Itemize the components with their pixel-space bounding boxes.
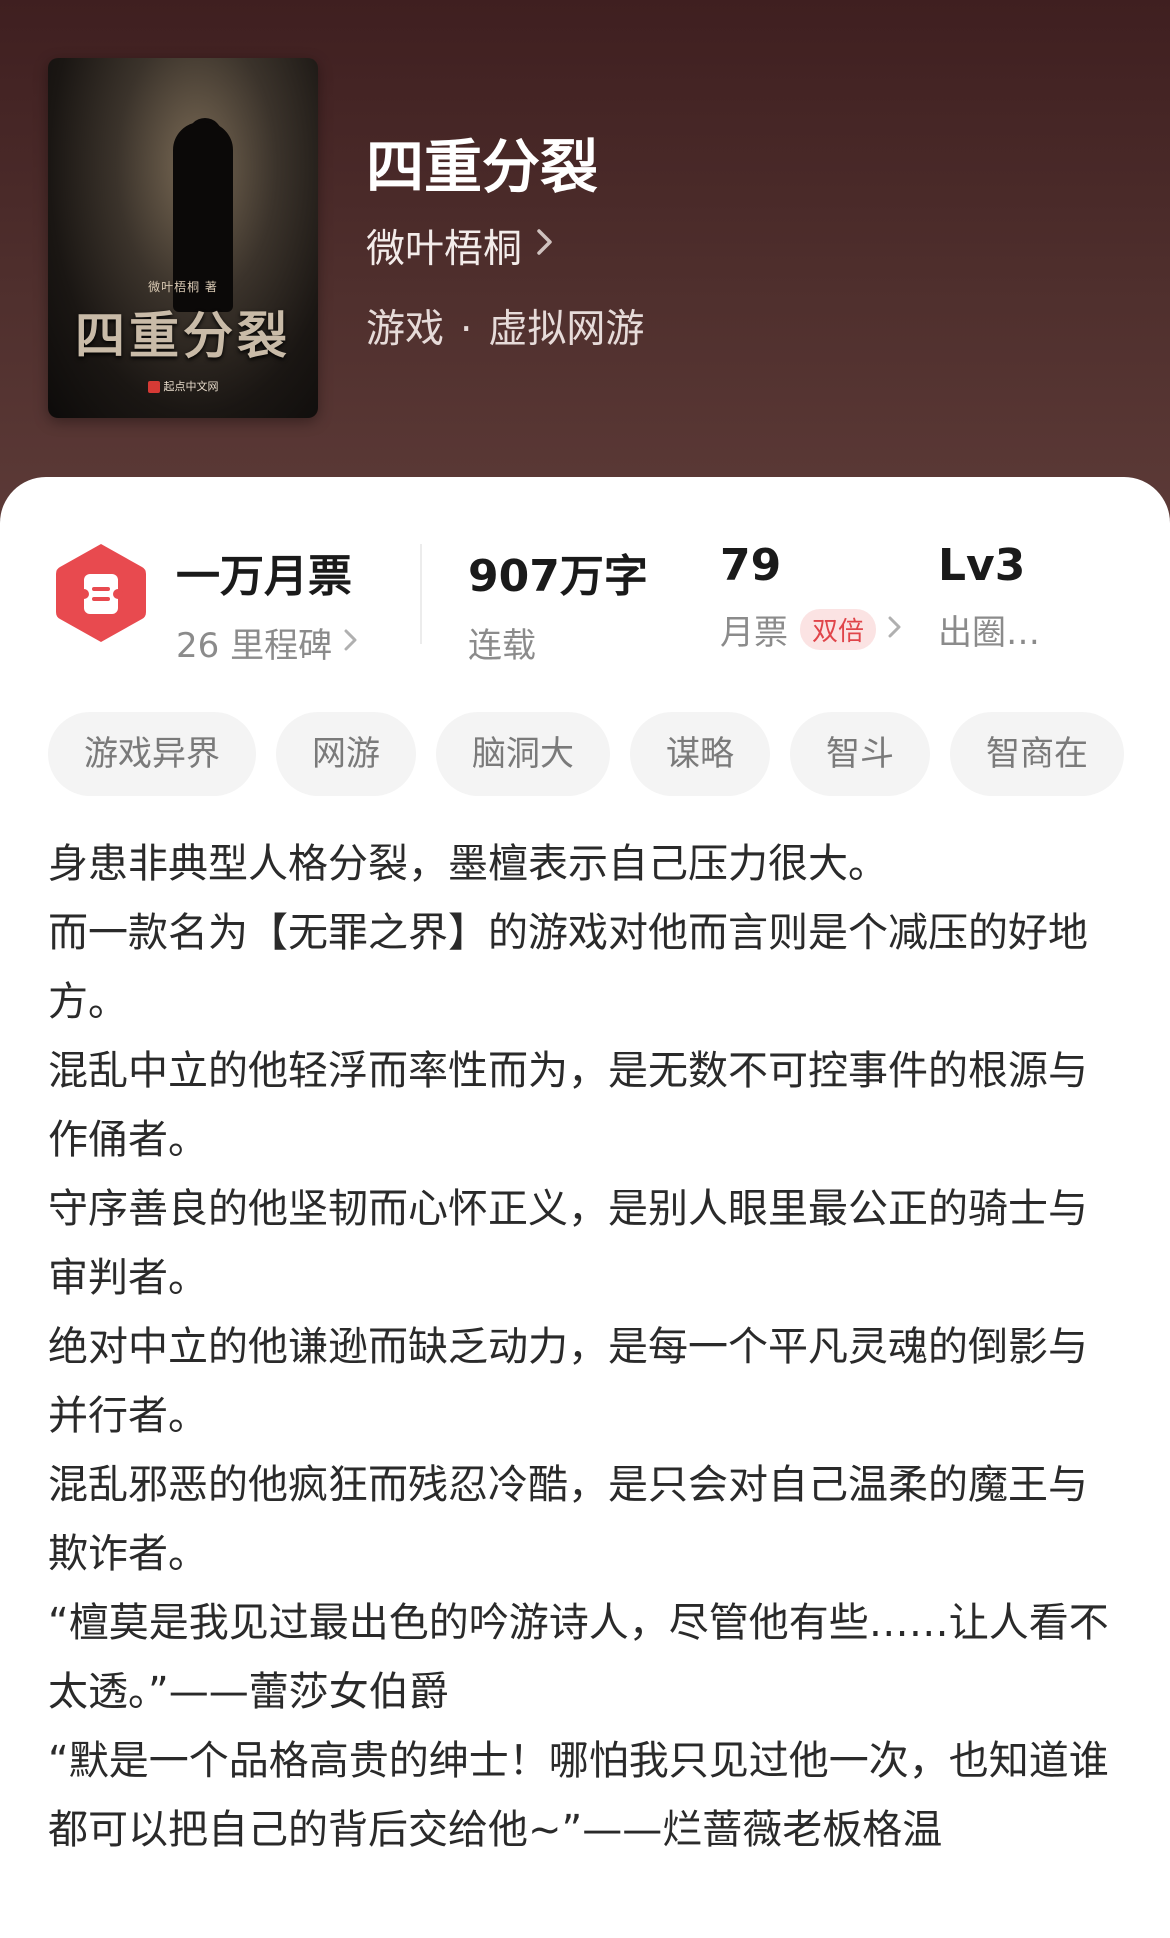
synopsis: 身患非典型人格分裂，墨檀表示自己压力很大。 而一款名为【无罪之界】的游戏对他而言…	[48, 830, 1123, 1865]
stat-monthly[interactable]: 79 月票 双倍	[720, 540, 902, 654]
tag-chip[interactable]: 智斗	[790, 712, 930, 796]
tag-chip[interactable]: 网游	[276, 712, 416, 796]
cover-author-line: 微叶梧桐 著	[148, 280, 218, 294]
synopsis-paragraph: 守序善良的他坚韧而心怀正义，是别人眼里最公正的骑士与审判者。	[48, 1186, 1088, 1301]
stats-divider	[420, 544, 422, 644]
genre-row[interactable]: 游戏 · 虚拟网游	[366, 298, 644, 354]
synopsis-paragraph: “檀莫是我见过最出色的吟游诗人，尽管他有些……让人看不太透。”——蕾莎女伯爵	[48, 1600, 1109, 1715]
author-name: 微叶梧桐	[366, 227, 523, 272]
synopsis-paragraph: 混乱中立的他轻浮而率性而为，是无数不可控事件的根源与作俑者。	[48, 1048, 1088, 1163]
chevron-right-icon	[344, 626, 358, 659]
cover-title: 四重分裂	[75, 306, 291, 365]
chevron-right-icon	[888, 613, 902, 646]
stat-ticket[interactable]: 一万月票 26 里程碑	[176, 540, 358, 667]
synopsis-paragraph: 混乱邪恶的他疯狂而残忍冷酷，是只会对自己温柔的魔王与欺诈者。	[48, 1462, 1088, 1577]
tag-chip[interactable]: 谋略	[630, 712, 770, 796]
tag-chip[interactable]: 智商在	[950, 712, 1124, 796]
synopsis-paragraph: “默是一个品格高贵的绅士！哪怕我只见过他一次，也知道谁都可以把自己的背后交给他~…	[48, 1738, 1109, 1853]
tag-chip[interactable]: 脑洞大	[436, 712, 610, 796]
stat-level[interactable]: Lv3 出圈…	[938, 540, 1040, 654]
chevron-right-icon	[536, 226, 554, 266]
synopsis-paragraph: 绝对中立的他谦逊而缺乏动力，是每一个平凡灵魂的倒影与并行者。	[48, 1324, 1088, 1439]
stat-words-value: 907万字	[468, 551, 648, 602]
stat-monthly-label: 月票	[720, 613, 788, 653]
stat-ticket-label: 26 里程碑	[176, 626, 333, 666]
synopsis-paragraph: 身患非典型人格分裂，墨檀表示自己压力很大。	[48, 841, 888, 887]
author-link[interactable]: 微叶梧桐	[366, 218, 554, 274]
genre-subcategory: 虚拟网游	[488, 307, 645, 352]
double-badge: 双倍	[800, 609, 877, 650]
genre-category: 游戏	[366, 307, 445, 352]
stat-words: 907万字 连载	[468, 540, 648, 667]
tag-chip[interactable]: 游戏异界	[48, 712, 256, 796]
book-title: 四重分裂	[366, 133, 599, 201]
book-cover[interactable]: 微叶梧桐 著 四重分裂 起点中文网	[48, 58, 318, 418]
publisher-logo-icon	[147, 381, 160, 393]
tag-list: 游戏异界 网游 脑洞大 谋略 智斗 智商在	[48, 712, 1146, 796]
stat-ticket-value: 一万月票	[176, 551, 352, 602]
stat-words-label: 连载	[468, 626, 536, 666]
cover-publisher: 起点中文网	[48, 378, 318, 394]
genre-separator: ·	[460, 307, 473, 352]
stat-monthly-value: 79	[720, 540, 782, 591]
ticket-hexagon-icon[interactable]	[52, 540, 150, 646]
stat-level-label: 出圈…	[938, 613, 1040, 653]
stat-level-value: Lv3	[938, 540, 1026, 591]
synopsis-paragraph: 而一款名为【无罪之界】的游戏对他而言则是个减压的好地方。	[48, 910, 1088, 1025]
cover-publisher-name: 起点中文网	[163, 380, 219, 393]
